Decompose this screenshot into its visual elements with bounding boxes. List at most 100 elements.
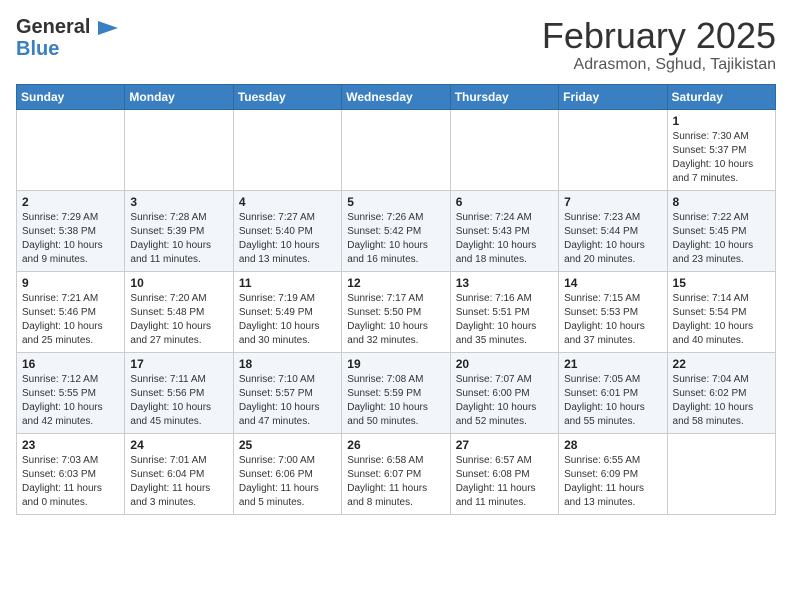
day-info: Sunrise: 7:05 AM Sunset: 6:01 PM Dayligh… <box>564 373 661 429</box>
table-row <box>559 109 667 190</box>
day-info: Sunrise: 7:04 AM Sunset: 6:02 PM Dayligh… <box>673 373 770 429</box>
day-info: Sunrise: 7:28 AM Sunset: 5:39 PM Dayligh… <box>130 211 227 267</box>
col-wednesday: Wednesday <box>342 84 450 109</box>
day-number: 22 <box>673 357 770 371</box>
day-info: Sunrise: 7:24 AM Sunset: 5:43 PM Dayligh… <box>456 211 553 267</box>
table-row: 28 Sunrise: 6:55 AM Sunset: 6:09 PM Dayli… <box>559 433 667 514</box>
day-number: 15 <box>673 276 770 290</box>
table-row: 20Sunrise: 7:07 AM Sunset: 6:00 PM Dayli… <box>450 352 558 433</box>
logo: General Blue <box>16 16 118 60</box>
day-info: Sunrise: 7:17 AM Sunset: 5:50 PM Dayligh… <box>347 292 444 348</box>
table-row <box>667 433 775 514</box>
day-info: Sunrise: 7:03 AM Sunset: 6:03 PM Dayligh… <box>22 454 119 510</box>
day-info: Sunrise: 7:21 AM Sunset: 5:46 PM Dayligh… <box>22 292 119 348</box>
day-number: 11 <box>239 276 336 290</box>
table-row: 3 Sunrise: 7:28 AM Sunset: 5:39 PM Daylig… <box>125 190 233 271</box>
day-number: 18 <box>239 357 336 371</box>
table-row: 4 Sunrise: 7:27 AM Sunset: 5:40 PM Daylig… <box>233 190 341 271</box>
table-row: 15 Sunrise: 7:14 AM Sunset: 5:54 PM Dayli… <box>667 271 775 352</box>
table-row: 22 Sunrise: 7:04 AM Sunset: 6:02 PM Dayli… <box>667 352 775 433</box>
table-row: 10 Sunrise: 7:20 AM Sunset: 5:48 PM Dayli… <box>125 271 233 352</box>
calendar-table: Sunday Monday Tuesday Wednesday Thursday… <box>16 84 776 515</box>
day-number: 23 <box>22 438 119 452</box>
calendar-week-5: 23 Sunrise: 7:03 AM Sunset: 6:03 PM Dayli… <box>17 433 776 514</box>
day-number: 28 <box>564 438 661 452</box>
table-row: 16Sunrise: 7:12 AM Sunset: 5:55 PM Dayli… <box>17 352 125 433</box>
day-info: Sunrise: 7:15 AM Sunset: 5:53 PM Dayligh… <box>564 292 661 348</box>
calendar-week-1: 1 Sunrise: 7:30 AM Sunset: 5:37 PM Daylig… <box>17 109 776 190</box>
table-row: 25 Sunrise: 7:00 AM Sunset: 6:06 PM Dayli… <box>233 433 341 514</box>
col-tuesday: Tuesday <box>233 84 341 109</box>
table-row <box>342 109 450 190</box>
day-info: Sunrise: 7:10 AM Sunset: 5:57 PM Dayligh… <box>239 373 336 429</box>
calendar-subtitle: Adrasmon, Sghud, Tajikistan <box>542 56 776 74</box>
calendar-week-2: 2 Sunrise: 7:29 AM Sunset: 5:38 PM Daylig… <box>17 190 776 271</box>
day-info: Sunrise: 7:08 AM Sunset: 5:59 PM Dayligh… <box>347 373 444 429</box>
day-number: 21 <box>564 357 661 371</box>
page-header: General Blue February 2025 Adrasmon, Sgh… <box>16 16 776 74</box>
table-row <box>125 109 233 190</box>
day-info: Sunrise: 7:14 AM Sunset: 5:54 PM Dayligh… <box>673 292 770 348</box>
table-row: 11 Sunrise: 7:19 AM Sunset: 5:49 PM Dayli… <box>233 271 341 352</box>
col-saturday: Saturday <box>667 84 775 109</box>
day-number: 12 <box>347 276 444 290</box>
day-number: 25 <box>239 438 336 452</box>
day-number: 5 <box>347 195 444 209</box>
table-row: 12 Sunrise: 7:17 AM Sunset: 5:50 PM Dayli… <box>342 271 450 352</box>
table-row: 23 Sunrise: 7:03 AM Sunset: 6:03 PM Dayli… <box>17 433 125 514</box>
col-friday: Friday <box>559 84 667 109</box>
table-row: 18 Sunrise: 7:10 AM Sunset: 5:57 PM Dayli… <box>233 352 341 433</box>
table-row: 1 Sunrise: 7:30 AM Sunset: 5:37 PM Daylig… <box>667 109 775 190</box>
table-row: 5 Sunrise: 7:26 AM Sunset: 5:42 PM Daylig… <box>342 190 450 271</box>
day-number: 13 <box>456 276 553 290</box>
day-number: 4 <box>239 195 336 209</box>
day-info: Sunrise: 7:00 AM Sunset: 6:06 PM Dayligh… <box>239 454 336 510</box>
day-number: 26 <box>347 438 444 452</box>
table-row: 13 Sunrise: 7:16 AM Sunset: 5:51 PM Dayli… <box>450 271 558 352</box>
day-number: 14 <box>564 276 661 290</box>
col-thursday: Thursday <box>450 84 558 109</box>
table-row: 24Sunrise: 7:01 AM Sunset: 6:04 PM Dayli… <box>125 433 233 514</box>
day-info: Sunrise: 7:11 AM Sunset: 5:56 PM Dayligh… <box>130 373 227 429</box>
day-info: Sunrise: 7:22 AM Sunset: 5:45 PM Dayligh… <box>673 211 770 267</box>
day-number: 1 <box>673 114 770 128</box>
day-number: 8 <box>673 195 770 209</box>
day-info: Sunrise: 7:12 AM Sunset: 5:55 PM Dayligh… <box>22 373 119 429</box>
day-info: Sunrise: 7:30 AM Sunset: 5:37 PM Dayligh… <box>673 130 770 186</box>
day-number: 2 <box>22 195 119 209</box>
table-row: 21 Sunrise: 7:05 AM Sunset: 6:01 PM Dayli… <box>559 352 667 433</box>
day-info: Sunrise: 7:26 AM Sunset: 5:42 PM Dayligh… <box>347 211 444 267</box>
table-row: 14 Sunrise: 7:15 AM Sunset: 5:53 PM Dayli… <box>559 271 667 352</box>
day-number: 9 <box>22 276 119 290</box>
day-info: Sunrise: 7:23 AM Sunset: 5:44 PM Dayligh… <box>564 211 661 267</box>
calendar-title: February 2025 <box>542 16 776 56</box>
day-info: Sunrise: 7:27 AM Sunset: 5:40 PM Dayligh… <box>239 211 336 267</box>
day-info: Sunrise: 6:58 AM Sunset: 6:07 PM Dayligh… <box>347 454 444 510</box>
table-row: 17 Sunrise: 7:11 AM Sunset: 5:56 PM Dayli… <box>125 352 233 433</box>
day-number: 17 <box>130 357 227 371</box>
table-row: 7 Sunrise: 7:23 AM Sunset: 5:44 PM Daylig… <box>559 190 667 271</box>
day-number: 3 <box>130 195 227 209</box>
day-info: Sunrise: 7:20 AM Sunset: 5:48 PM Dayligh… <box>130 292 227 348</box>
day-info: Sunrise: 6:57 AM Sunset: 6:08 PM Dayligh… <box>456 454 553 510</box>
table-row: 9 Sunrise: 7:21 AM Sunset: 5:46 PM Daylig… <box>17 271 125 352</box>
day-info: Sunrise: 7:16 AM Sunset: 5:51 PM Dayligh… <box>456 292 553 348</box>
day-info: Sunrise: 7:29 AM Sunset: 5:38 PM Dayligh… <box>22 211 119 267</box>
day-number: 10 <box>130 276 227 290</box>
table-row <box>17 109 125 190</box>
day-info: Sunrise: 7:07 AM Sunset: 6:00 PM Dayligh… <box>456 373 553 429</box>
day-number: 7 <box>564 195 661 209</box>
day-info: Sunrise: 7:19 AM Sunset: 5:49 PM Dayligh… <box>239 292 336 348</box>
table-row: 2 Sunrise: 7:29 AM Sunset: 5:38 PM Daylig… <box>17 190 125 271</box>
title-block: February 2025 Adrasmon, Sghud, Tajikista… <box>542 16 776 74</box>
col-monday: Monday <box>125 84 233 109</box>
table-row <box>450 109 558 190</box>
calendar-header-row: Sunday Monday Tuesday Wednesday Thursday… <box>17 84 776 109</box>
day-number: 6 <box>456 195 553 209</box>
calendar-week-3: 9 Sunrise: 7:21 AM Sunset: 5:46 PM Daylig… <box>17 271 776 352</box>
day-number: 27 <box>456 438 553 452</box>
calendar-week-4: 16Sunrise: 7:12 AM Sunset: 5:55 PM Dayli… <box>17 352 776 433</box>
day-info: Sunrise: 7:01 AM Sunset: 6:04 PM Dayligh… <box>130 454 227 510</box>
day-info: Sunrise: 6:55 AM Sunset: 6:09 PM Dayligh… <box>564 454 661 510</box>
table-row: 26 Sunrise: 6:58 AM Sunset: 6:07 PM Dayli… <box>342 433 450 514</box>
